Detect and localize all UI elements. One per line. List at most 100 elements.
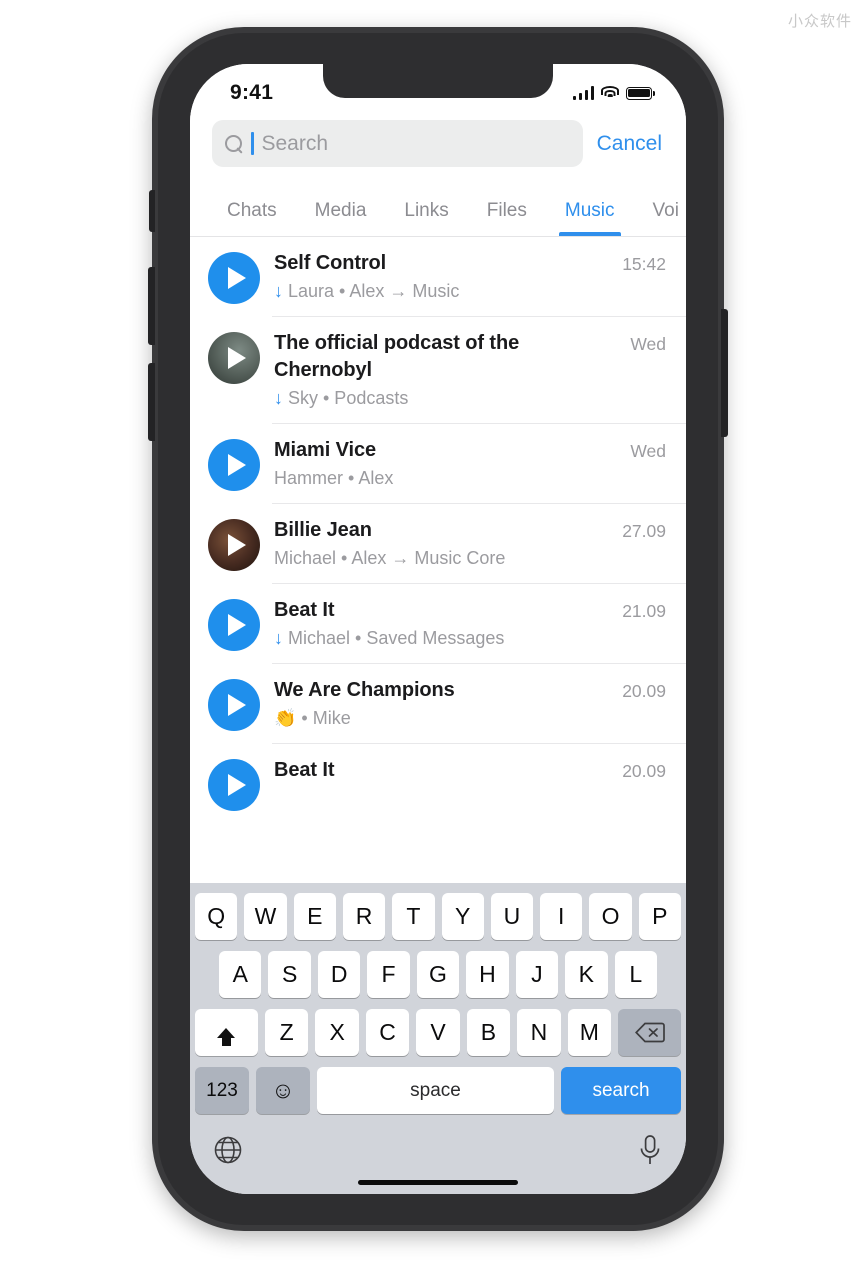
microphone-icon[interactable] bbox=[637, 1134, 663, 1171]
play-icon bbox=[227, 613, 246, 636]
globe-icon[interactable] bbox=[213, 1135, 243, 1170]
key-d[interactable]: D bbox=[317, 951, 361, 998]
list-item[interactable]: The official podcast of the Chernobyl ↓ … bbox=[190, 317, 686, 424]
cellular-signal-icon bbox=[572, 86, 594, 100]
key-r[interactable]: R bbox=[342, 893, 386, 940]
play-icon bbox=[227, 453, 246, 476]
tab-music[interactable]: Music bbox=[546, 200, 634, 236]
home-indicator[interactable] bbox=[358, 1180, 518, 1185]
wifi-icon bbox=[601, 86, 619, 100]
key-u[interactable]: U bbox=[490, 893, 534, 940]
tab-chats[interactable]: Chats bbox=[208, 200, 296, 236]
album-art-thumbnail[interactable] bbox=[208, 332, 260, 384]
list-item-body: We Are Champions 👏 • Mike bbox=[274, 677, 622, 731]
key-p[interactable]: P bbox=[638, 893, 681, 940]
key-f[interactable]: F bbox=[367, 951, 410, 998]
play-button[interactable] bbox=[208, 678, 260, 731]
keyboard-footer bbox=[195, 1120, 681, 1180]
key-i[interactable]: I bbox=[540, 893, 583, 940]
key-t[interactable]: T bbox=[392, 893, 435, 940]
key-h[interactable]: H bbox=[466, 951, 509, 998]
search-input[interactable]: Search bbox=[212, 120, 583, 167]
play-button[interactable] bbox=[208, 252, 260, 304]
key-c[interactable]: C bbox=[365, 1009, 410, 1056]
list-item-body: Miami Vice Hammer • Alex bbox=[274, 437, 630, 491]
track-subtitle: Hammer • Alex bbox=[274, 467, 394, 488]
track-time: Wed bbox=[630, 440, 666, 461]
search-icon bbox=[225, 135, 242, 152]
search-key[interactable]: search bbox=[561, 1067, 681, 1114]
key-b[interactable]: B bbox=[466, 1009, 511, 1056]
key-m[interactable]: M bbox=[567, 1009, 612, 1056]
key-e[interactable]: E bbox=[293, 893, 336, 940]
key-q[interactable]: Q bbox=[195, 893, 238, 940]
key-a[interactable]: A bbox=[219, 951, 262, 998]
play-icon bbox=[227, 693, 246, 716]
key-j[interactable]: J bbox=[515, 951, 559, 998]
list-item-body: Billie Jean Michael • Alex → Music Core bbox=[274, 517, 622, 571]
volume-up-button[interactable] bbox=[148, 267, 155, 345]
status-indicators bbox=[572, 86, 655, 100]
play-icon bbox=[227, 267, 246, 289]
track-subtitle-line: Hammer • Alex bbox=[274, 466, 622, 491]
track-title: Miami Vice bbox=[274, 438, 377, 461]
download-arrow-icon: ↓ bbox=[274, 280, 283, 301]
shift-key[interactable] bbox=[194, 1009, 258, 1056]
play-icon bbox=[227, 533, 246, 556]
numeric-key[interactable]: 123 bbox=[195, 1067, 249, 1114]
key-k[interactable]: K bbox=[565, 951, 608, 998]
list-item-body: Beat It bbox=[274, 757, 622, 784]
keyboard-row-1: Q W E R T Y U I O P bbox=[195, 893, 681, 940]
silent-switch-button[interactable] bbox=[149, 190, 155, 232]
track-time: 15:42 bbox=[622, 254, 666, 274]
key-w[interactable]: W bbox=[244, 893, 287, 940]
track-title: Beat It bbox=[274, 598, 335, 621]
list-item[interactable]: Self Control ↓ Laura • Alex → Music 15:4… bbox=[190, 237, 686, 317]
play-button[interactable] bbox=[208, 598, 260, 651]
key-n[interactable]: N bbox=[517, 1009, 561, 1056]
track-title: The official podcast of the Chernobyl bbox=[274, 332, 520, 381]
key-y[interactable]: Y bbox=[441, 893, 484, 940]
key-v[interactable]: V bbox=[416, 1009, 460, 1056]
list-item[interactable]: Beat It ↓ Michael • Saved Messages 21.09 bbox=[190, 584, 686, 664]
download-arrow-icon: ↓ bbox=[274, 387, 283, 408]
play-button[interactable] bbox=[208, 438, 260, 491]
list-item-body: Self Control ↓ Laura • Alex → Music bbox=[274, 250, 622, 304]
list-item[interactable]: Billie Jean Michael • Alex → Music Core … bbox=[190, 504, 686, 584]
track-subtitle: Sky • Podcasts bbox=[288, 387, 409, 408]
track-subtitle-line: ↓ Sky • Podcasts bbox=[274, 386, 622, 411]
track-time: 27.09 bbox=[622, 520, 666, 541]
key-o[interactable]: O bbox=[589, 893, 632, 940]
space-key[interactable]: space bbox=[317, 1067, 554, 1114]
key-g[interactable]: G bbox=[416, 951, 460, 998]
tab-voice[interactable]: Voi bbox=[634, 200, 687, 236]
keyboard-row-2: A S D F G H J K L bbox=[195, 951, 681, 998]
backspace-icon bbox=[634, 1022, 665, 1043]
track-title: We Are Champions bbox=[274, 678, 455, 701]
list-item[interactable]: Miami Vice Hammer • Alex Wed bbox=[190, 424, 686, 504]
tab-links[interactable]: Links bbox=[385, 200, 467, 236]
volume-down-button[interactable] bbox=[148, 363, 155, 441]
phone-screen: 9:41 Search Cancel Chats Media Links Fil… bbox=[190, 64, 686, 1194]
emoji-key[interactable]: ☺ bbox=[256, 1067, 310, 1114]
notch bbox=[323, 64, 553, 98]
tab-media[interactable]: Media bbox=[296, 200, 386, 236]
shift-icon bbox=[217, 1027, 236, 1046]
track-subtitle-line: 👏 • Mike bbox=[274, 706, 614, 731]
music-list: Self Control ↓ Laura • Alex → Music 15:4… bbox=[190, 237, 686, 824]
power-button[interactable] bbox=[721, 309, 728, 437]
backspace-key[interactable] bbox=[618, 1009, 682, 1056]
album-art-thumbnail[interactable] bbox=[208, 518, 260, 571]
track-subtitle-line: ↓ Michael • Saved Messages bbox=[274, 626, 614, 651]
play-button[interactable] bbox=[208, 758, 260, 811]
track-subtitle: Michael • Alex → Music Core bbox=[274, 547, 506, 568]
cancel-button[interactable]: Cancel bbox=[597, 132, 664, 156]
list-item[interactable]: Beat It 20.09 bbox=[190, 744, 686, 824]
track-subtitle-line: ↓ Laura • Alex → Music bbox=[274, 279, 614, 304]
key-z[interactable]: Z bbox=[264, 1009, 309, 1056]
key-s[interactable]: S bbox=[268, 951, 311, 998]
key-x[interactable]: X bbox=[315, 1009, 359, 1056]
tab-files[interactable]: Files bbox=[468, 200, 546, 236]
key-l[interactable]: L bbox=[614, 951, 657, 998]
list-item[interactable]: We Are Champions 👏 • Mike 20.09 bbox=[190, 664, 686, 744]
